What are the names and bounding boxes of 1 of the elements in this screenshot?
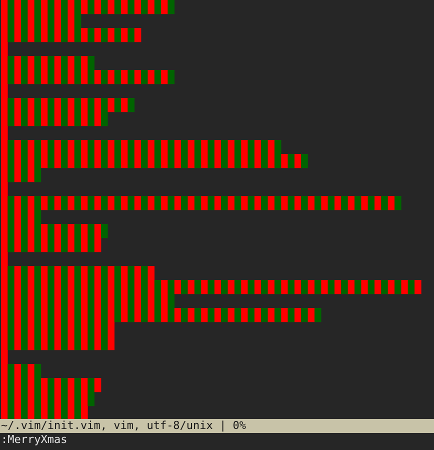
command-line: :MerryXmas [0,433,68,447]
